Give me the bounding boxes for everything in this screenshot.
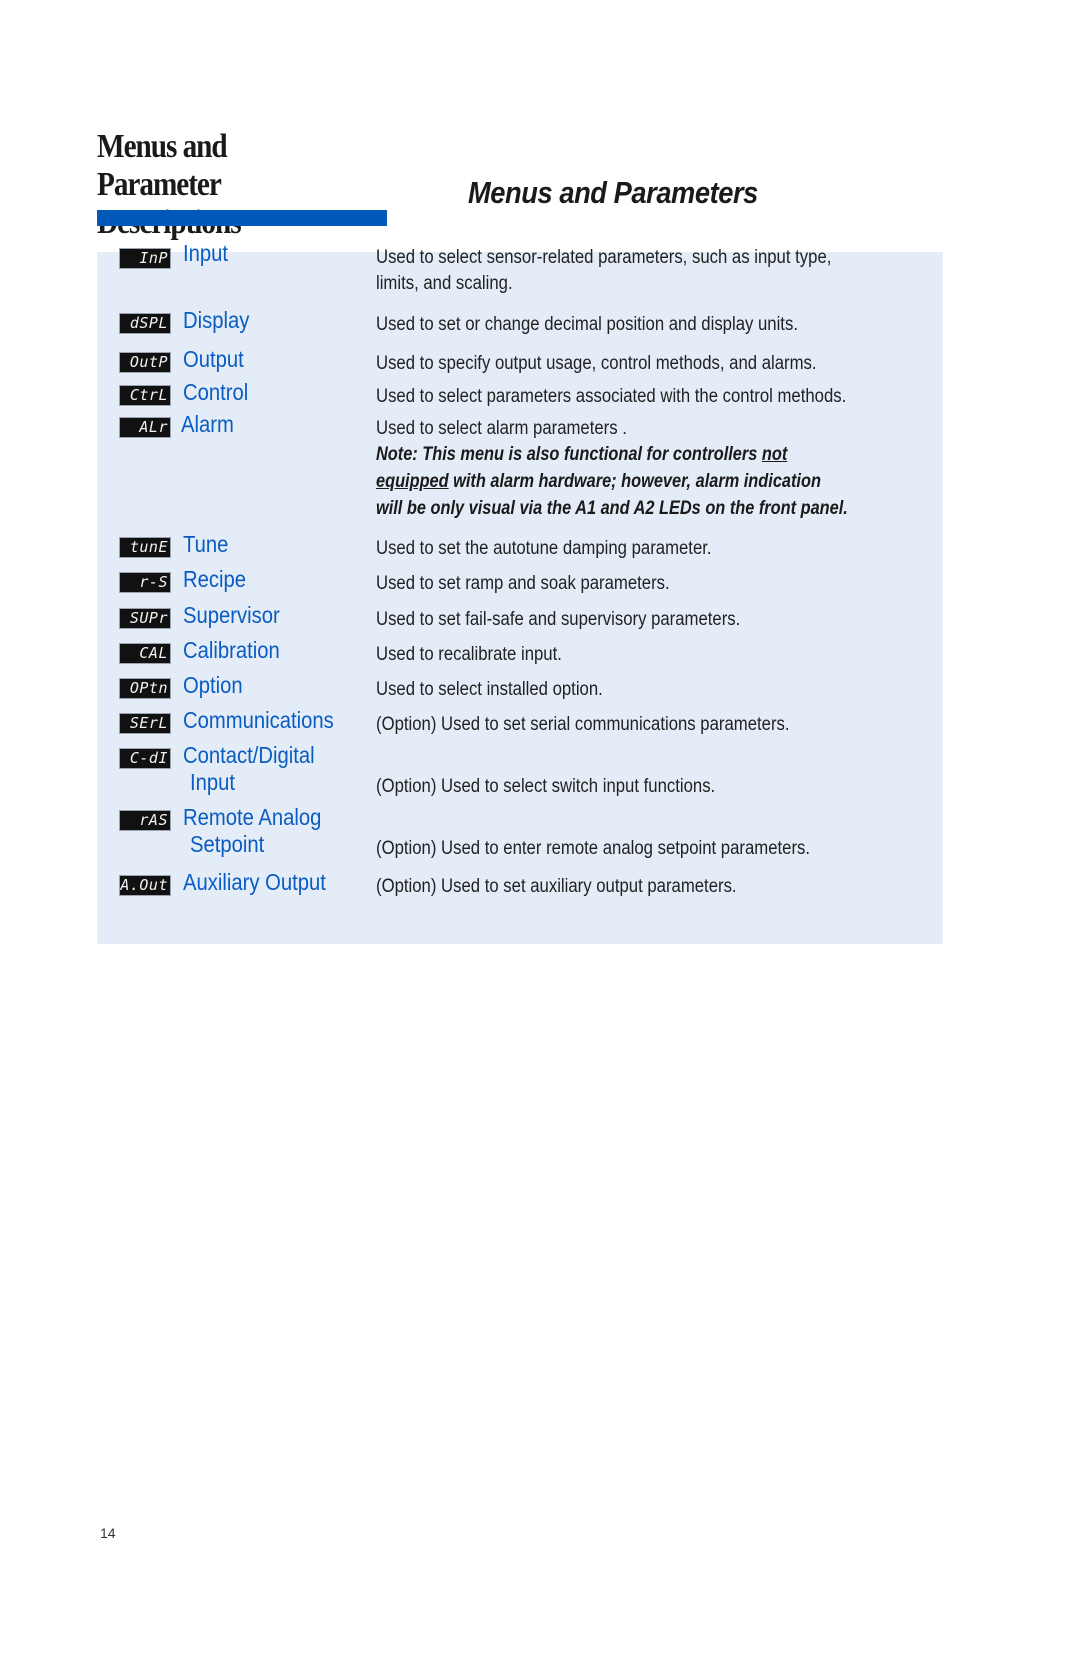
lcd-code-icon: SUPr [119, 608, 171, 629]
lcd-code-icon: rAS [119, 810, 171, 831]
menu-desc: Used to select sensor-related parameters… [376, 247, 832, 268]
menu-desc-line2: limits, and scaling. [376, 273, 513, 294]
menu-name: Display [183, 307, 250, 333]
lcd-code-icon: A.Out [119, 875, 171, 896]
lcd-code-icon: r-S [119, 572, 171, 593]
menu-name: Communications [183, 707, 334, 733]
menu-desc: Used to select installed option. [376, 679, 603, 700]
menu-desc: Used to select parameters associated wit… [376, 386, 847, 407]
menu-desc: (Option) Used to enter remote analog set… [376, 838, 811, 859]
alarm-note-line1: Note: This menu is also functional for c… [376, 444, 788, 465]
menu-desc: (Option) Used to set auxiliary output pa… [376, 876, 737, 897]
menu-name: Alarm [181, 411, 234, 437]
menu-name: Recipe [183, 566, 247, 592]
menu-desc: Used to set or change decimal position a… [376, 314, 798, 335]
menu-desc: Used to set fail-safe and supervisory pa… [376, 609, 741, 630]
menu-desc: Used to select alarm parameters . [376, 418, 627, 439]
section-title-line1: Menus and Parameter [97, 128, 228, 203]
lcd-code-icon: InP [119, 248, 171, 269]
page-number: 14 [100, 1525, 116, 1541]
lcd-code-icon: C-dI [119, 748, 171, 769]
menu-name: Output [183, 346, 244, 372]
menu-desc: (Option) Used to set serial communicatio… [376, 714, 790, 735]
underlined-equipped: equipped [376, 471, 449, 492]
section-accent-bar [97, 210, 387, 226]
menu-desc: (Option) Used to select switch input fun… [376, 776, 716, 797]
page-heading: Menus and Parameters [468, 175, 758, 210]
lcd-code-icon: OPtn [119, 678, 171, 699]
lcd-code-icon: OutP [119, 352, 171, 373]
alarm-note-line3: will be only visual via the A1 and A2 LE… [376, 498, 848, 519]
menu-name: Control [183, 379, 249, 405]
menu-desc: Used to set the autotune damping paramet… [376, 538, 712, 559]
menu-name: Input [183, 240, 229, 266]
menu-name: Tune [183, 531, 229, 557]
lcd-code-icon: CAL [119, 643, 171, 664]
menus-panel: InP Input Used to select sensor-related … [97, 240, 943, 944]
lcd-code-icon: tunE [119, 537, 171, 558]
lcd-code-icon: CtrL [119, 385, 171, 406]
alarm-note-line2: equipped with alarm hardware; however, a… [376, 471, 821, 492]
menu-name: Supervisor [183, 602, 280, 628]
menu-desc: Used to set ramp and soak parameters. [376, 573, 670, 594]
lcd-code-icon: dSPL [119, 313, 171, 334]
menu-desc: Used to specify output usage, control me… [376, 353, 817, 374]
menu-name: Calibration [183, 637, 280, 663]
menu-name: Option [183, 672, 243, 698]
lcd-code-icon: ALr [119, 417, 171, 438]
menu-name: Contact/Digital [183, 742, 315, 768]
menu-name-line2: Input [190, 769, 236, 795]
menu-desc: Used to recalibrate input. [376, 644, 562, 665]
underlined-not: not [761, 444, 788, 465]
menu-name: Remote Analog [183, 804, 322, 830]
lcd-code-icon: SErL [119, 713, 171, 734]
menu-name: Auxiliary Output [183, 869, 326, 895]
menu-name-line2: Setpoint [190, 831, 265, 857]
